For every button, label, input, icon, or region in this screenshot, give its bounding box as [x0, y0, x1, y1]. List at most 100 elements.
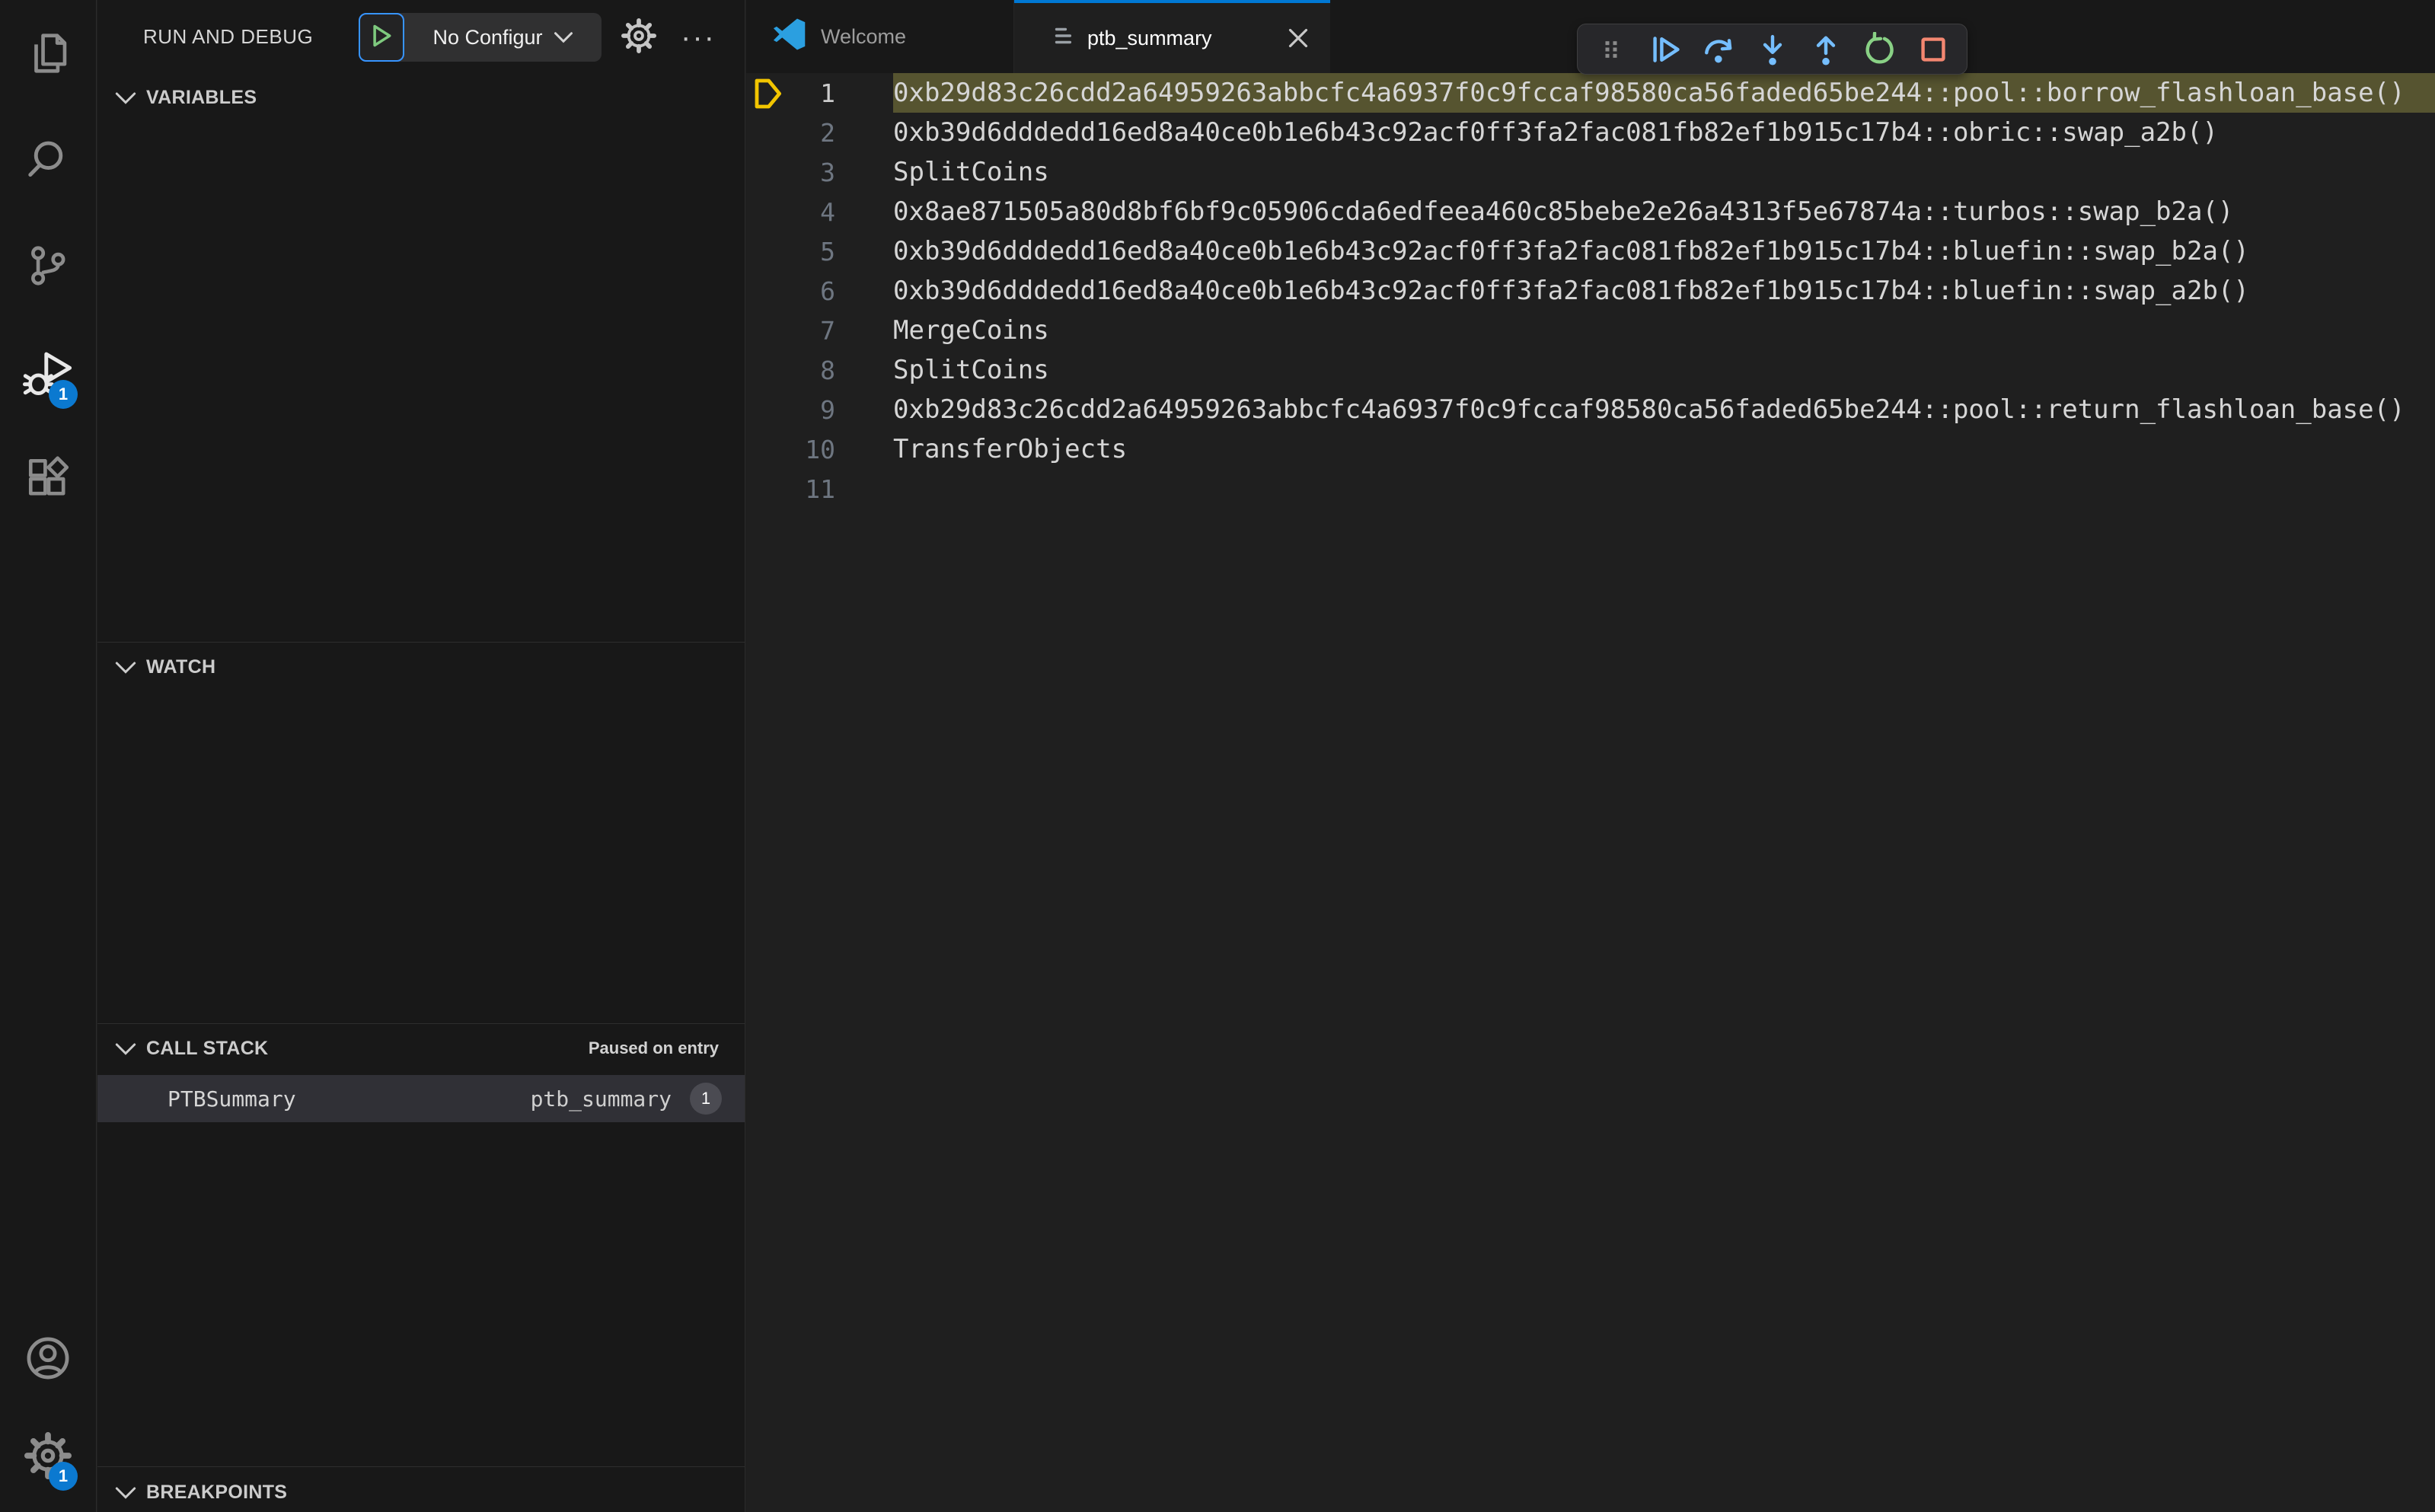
chevron-down-icon — [114, 1485, 137, 1500]
section-divider — [97, 1466, 745, 1467]
vscode-logo-icon — [772, 18, 807, 56]
step-into-button[interactable] — [1753, 30, 1792, 69]
tab-label: Welcome — [821, 24, 907, 48]
line-text[interactable]: MergeCoins — [893, 311, 1049, 350]
drag-handle[interactable] — [1591, 30, 1631, 69]
line-text[interactable]: SplitCoins — [893, 152, 1049, 192]
debug-settings-button[interactable] — [615, 14, 662, 61]
line-number: 10 — [805, 434, 835, 464]
section-label: CALL STACK — [146, 1037, 269, 1059]
activity-item-settings[interactable]: 1 — [0, 1418, 96, 1497]
line-text[interactable]: 0xb39d6dddedd16ed8a40ce0b1e6b43c92acf0ff… — [893, 271, 2249, 311]
code-line-4[interactable]: 4 0x8ae871505a80d8bf6bf9c05906cda6edfeea… — [746, 192, 2435, 231]
code-line-6[interactable]: 6 0xb39d6dddedd16ed8a40ce0b1e6b43c92acf0… — [746, 271, 2435, 311]
call-stack-status: Paused on entry — [588, 1038, 719, 1057]
frame-name: PTBSummary — [168, 1086, 296, 1112]
gutter[interactable]: 11 — [746, 469, 893, 509]
code-line-10[interactable]: 10 TransferObjects — [746, 429, 2435, 469]
line-text[interactable]: SplitCoins — [893, 350, 1049, 390]
step-over-button[interactable] — [1699, 30, 1738, 69]
stop-button[interactable] — [1913, 30, 1953, 69]
section-header-call-stack[interactable]: CALL STACK Paused on entry — [97, 1024, 745, 1073]
section-label: VARIABLES — [146, 86, 257, 108]
activity-item-search[interactable] — [0, 122, 96, 201]
tab-welcome[interactable]: Welcome — [746, 0, 1014, 73]
gutter[interactable]: 2 — [746, 113, 893, 152]
code-line-7[interactable]: 7 MergeCoins — [746, 311, 2435, 350]
line-text[interactable]: 0x8ae871505a80d8bf6bf9c05906cda6edfeea46… — [893, 192, 2233, 231]
gutter[interactable]: 6 — [746, 271, 893, 311]
debug-badge: 1 — [49, 380, 78, 409]
line-number: 9 — [820, 394, 835, 425]
ellipsis-icon: ··· — [681, 21, 716, 54]
gutter[interactable]: 8 — [746, 350, 893, 390]
close-icon[interactable] — [1285, 24, 1312, 52]
activity-item-account[interactable] — [0, 1320, 96, 1399]
more-actions-button[interactable]: ··· — [675, 14, 722, 61]
restart-button[interactable] — [1859, 30, 1899, 69]
debug-toolbar — [1577, 24, 1967, 75]
line-text[interactable]: 0xb39d6dddedd16ed8a40ce0b1e6b43c92acf0ff… — [893, 231, 2249, 271]
frame-source: ptb_summary — [530, 1086, 672, 1112]
files-icon — [24, 30, 72, 81]
code-line-3[interactable]: 3 SplitCoins — [746, 152, 2435, 192]
source-control-icon — [24, 242, 72, 293]
line-text[interactable]: 0xb29d83c26cdd2a64959263abbcfc4a6937f0c9… — [893, 390, 2405, 429]
code-line-8[interactable]: 8 SplitCoins — [746, 350, 2435, 390]
line-number: 6 — [820, 276, 835, 306]
line-number: 11 — [805, 474, 835, 504]
continue-button[interactable] — [1645, 30, 1685, 69]
chevron-down-icon — [114, 90, 137, 105]
play-icon — [369, 23, 394, 53]
line-number: 5 — [820, 236, 835, 266]
activity-item-run-and-debug[interactable]: 1 — [0, 336, 96, 415]
code-line-1[interactable]: 1 0xb29d83c26cdd2a64959263abbcfc4a6937f0… — [746, 73, 2435, 113]
current-line-marker-icon — [754, 78, 783, 113]
gutter[interactable]: 3 — [746, 152, 893, 192]
frame-badge: 1 — [690, 1083, 722, 1115]
line-number: 3 — [820, 157, 835, 187]
code-line-11[interactable]: 11 — [746, 469, 2435, 509]
section-label: WATCH — [146, 656, 216, 678]
start-debug-button[interactable] — [359, 13, 404, 62]
activity-item-source-control[interactable] — [0, 228, 96, 307]
section-header-watch[interactable]: WATCH — [97, 643, 745, 691]
line-number: 4 — [820, 196, 835, 227]
code-line-2[interactable]: 2 0xb39d6dddedd16ed8a40ce0b1e6b43c92acf0… — [746, 113, 2435, 152]
activity-bar: 1 1 — [0, 0, 97, 1512]
code-line-5[interactable]: 5 0xb39d6dddedd16ed8a40ce0b1e6b43c92acf0… — [746, 231, 2435, 271]
search-icon — [24, 136, 72, 187]
chevron-down-icon — [114, 1041, 137, 1056]
config-dropdown-label: No Configur — [432, 25, 543, 49]
config-dropdown[interactable]: No Configur — [404, 13, 602, 62]
section-header-variables[interactable]: VARIABLES — [97, 73, 745, 122]
gutter[interactable]: 4 — [746, 192, 893, 231]
section-header-breakpoints[interactable]: BREAKPOINTS — [97, 1468, 745, 1512]
vscode-window: 1 1 RUN AND DEBUG No Configur ··· VARIAB… — [0, 0, 2435, 1512]
chevron-down-icon — [554, 26, 573, 49]
line-text[interactable]: TransferObjects — [893, 429, 1127, 469]
frame-meta: ptb_summary 1 — [531, 1083, 722, 1115]
chevron-down-icon — [114, 659, 137, 675]
line-number: 7 — [820, 315, 835, 346]
activity-item-explorer[interactable] — [0, 15, 96, 94]
account-icon — [24, 1334, 72, 1386]
tab-ptb-summary[interactable]: ptb_summary — [1014, 0, 1330, 73]
gutter[interactable]: 7 — [746, 311, 893, 350]
settings-badge: 1 — [49, 1462, 78, 1491]
code-editor[interactable]: 1 0xb29d83c26cdd2a64959263abbcfc4a6937f0… — [746, 73, 2435, 509]
code-line-9[interactable]: 9 0xb29d83c26cdd2a64959263abbcfc4a6937f0… — [746, 390, 2435, 429]
line-text[interactable]: 0xb39d6dddedd16ed8a40ce0b1e6b43c92acf0ff… — [893, 113, 2218, 152]
gutter[interactable]: 10 — [746, 429, 893, 469]
gutter[interactable]: 9 — [746, 390, 893, 429]
gutter[interactable]: 1 — [746, 73, 893, 113]
panel-title: RUN AND DEBUG — [143, 24, 314, 48]
line-number: 8 — [820, 355, 835, 385]
activity-item-extensions[interactable] — [0, 439, 96, 518]
gutter[interactable]: 5 — [746, 231, 893, 271]
step-out-button[interactable] — [1806, 30, 1846, 69]
run-and-debug-panel: RUN AND DEBUG No Configur ··· VARIABLES … — [97, 0, 745, 1512]
section-label: BREAKPOINTS — [146, 1481, 288, 1503]
call-stack-frame[interactable]: PTBSummary ptb_summary 1 — [97, 1075, 745, 1122]
line-text[interactable]: 0xb29d83c26cdd2a64959263abbcfc4a6937f0c9… — [893, 73, 2435, 113]
